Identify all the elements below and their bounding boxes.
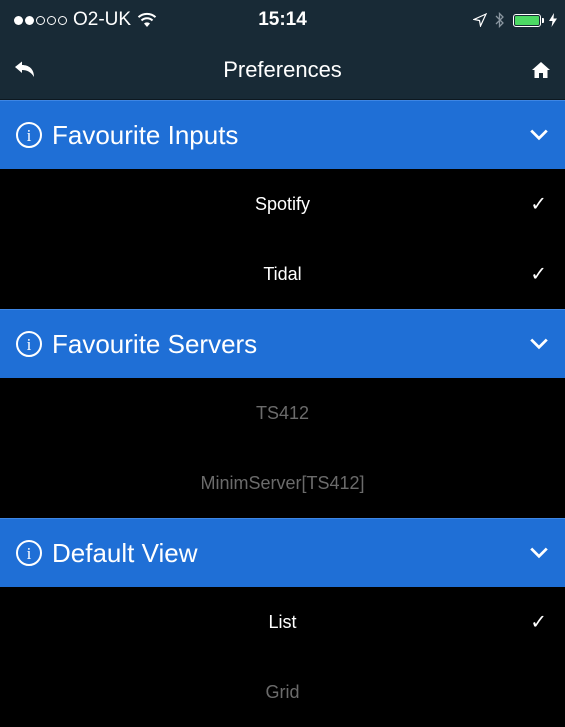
signal-dot (14, 15, 23, 25)
charging-bolt-icon (549, 13, 557, 27)
chevron-down-icon[interactable] (529, 125, 549, 145)
info-icon[interactable]: i (16, 540, 42, 566)
info-icon[interactable]: i (16, 331, 42, 357)
carrier-label: O2-UK (73, 9, 132, 30)
checkmark-icon: ✓ (530, 263, 547, 286)
list-item-grid-view[interactable]: Grid (0, 657, 565, 727)
section-title: Default View (52, 537, 198, 568)
status-bar: O2-UK 15:14 (0, 0, 565, 40)
wifi-icon (137, 12, 157, 27)
chevron-down-icon[interactable] (529, 543, 549, 563)
status-left: O2-UK (14, 9, 157, 31)
list-item-minimserver[interactable]: MinimServer[TS412] (0, 448, 565, 518)
section-header-left: i Favourite Servers (16, 329, 257, 360)
bluetooth-icon (495, 12, 504, 28)
signal-strength-icon (14, 15, 67, 25)
section-header-left: i Default View (16, 538, 198, 569)
list-item-label: Tidal (263, 263, 302, 284)
list-item-list-view[interactable]: List ✓ (0, 587, 565, 657)
signal-dot (36, 15, 45, 25)
list-item-label: Spotify (254, 193, 311, 214)
nav-bar: Preferences (0, 40, 565, 100)
chevron-down-icon[interactable] (529, 334, 549, 354)
section-title: Favourite Inputs (52, 119, 239, 150)
section-header-favourite-inputs[interactable]: i Favourite Inputs (0, 100, 565, 169)
list-item-label: Grid (265, 681, 300, 702)
signal-dot (25, 15, 34, 25)
checkmark-icon: ✓ (530, 193, 547, 216)
list-item-tidal[interactable]: Tidal ✓ (0, 239, 565, 309)
info-icon[interactable]: i (16, 122, 42, 148)
back-arrow-icon[interactable] (14, 61, 36, 79)
battery-icon (513, 13, 544, 27)
list-item-label: TS412 (255, 402, 310, 423)
section-header-default-view[interactable]: i Default View (0, 518, 565, 587)
location-arrow-icon (473, 13, 487, 27)
preferences-list: i Favourite Inputs Spotify ✓ Tidal ✓ i F… (0, 100, 565, 727)
list-item-label: MinimServer[TS412] (200, 472, 365, 493)
status-right (473, 12, 557, 28)
list-item-label: List (268, 611, 297, 632)
checkmark-icon: ✓ (530, 611, 547, 634)
signal-dot (47, 15, 56, 25)
section-title: Favourite Servers (52, 328, 258, 359)
page-title: Preferences (223, 56, 342, 82)
section-header-left: i Favourite Inputs (16, 120, 238, 151)
list-item-ts412[interactable]: TS412 (0, 378, 565, 448)
status-time: 15:14 (258, 9, 307, 30)
signal-dot (58, 15, 67, 25)
home-icon[interactable] (531, 61, 551, 79)
section-header-favourite-servers[interactable]: i Favourite Servers (0, 309, 565, 378)
battery-level (515, 15, 539, 25)
list-item-spotify[interactable]: Spotify ✓ (0, 169, 565, 239)
